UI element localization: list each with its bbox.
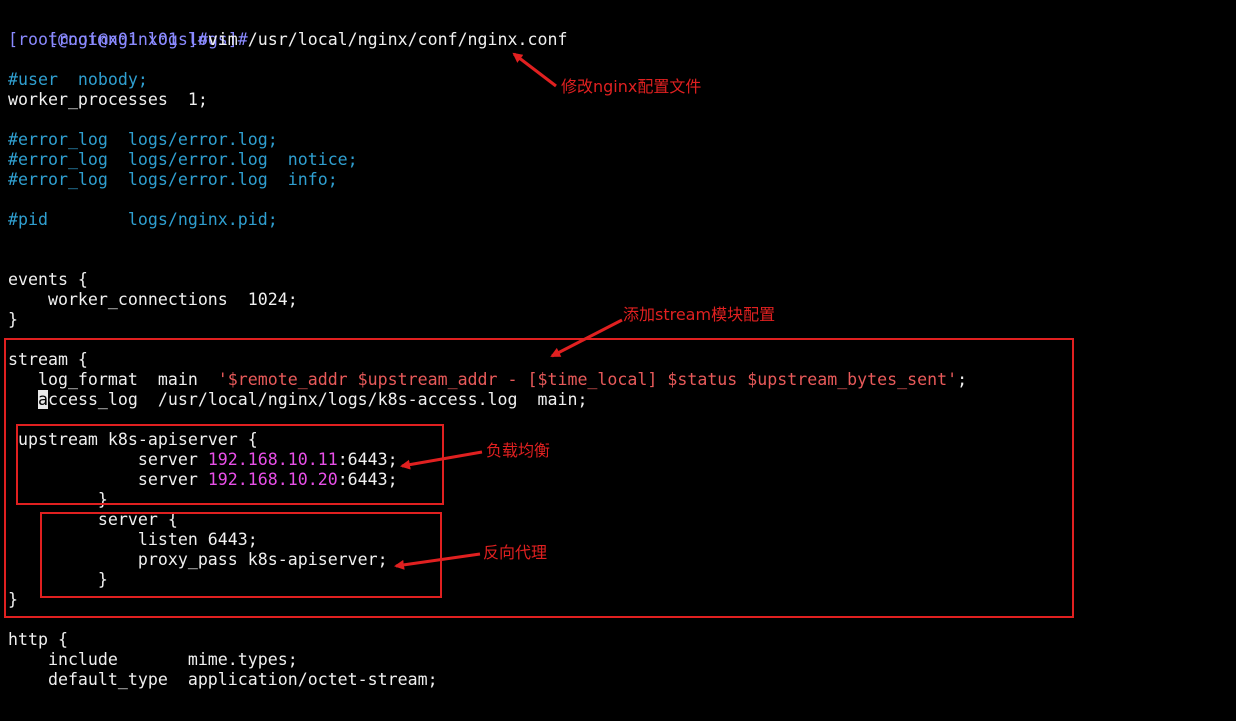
arrow-to-command bbox=[512, 52, 557, 88]
arrow-to-upstream bbox=[400, 450, 483, 470]
arrow-to-stream bbox=[550, 318, 623, 358]
annotation-arrows bbox=[394, 52, 623, 570]
arrow-to-server bbox=[394, 552, 481, 570]
